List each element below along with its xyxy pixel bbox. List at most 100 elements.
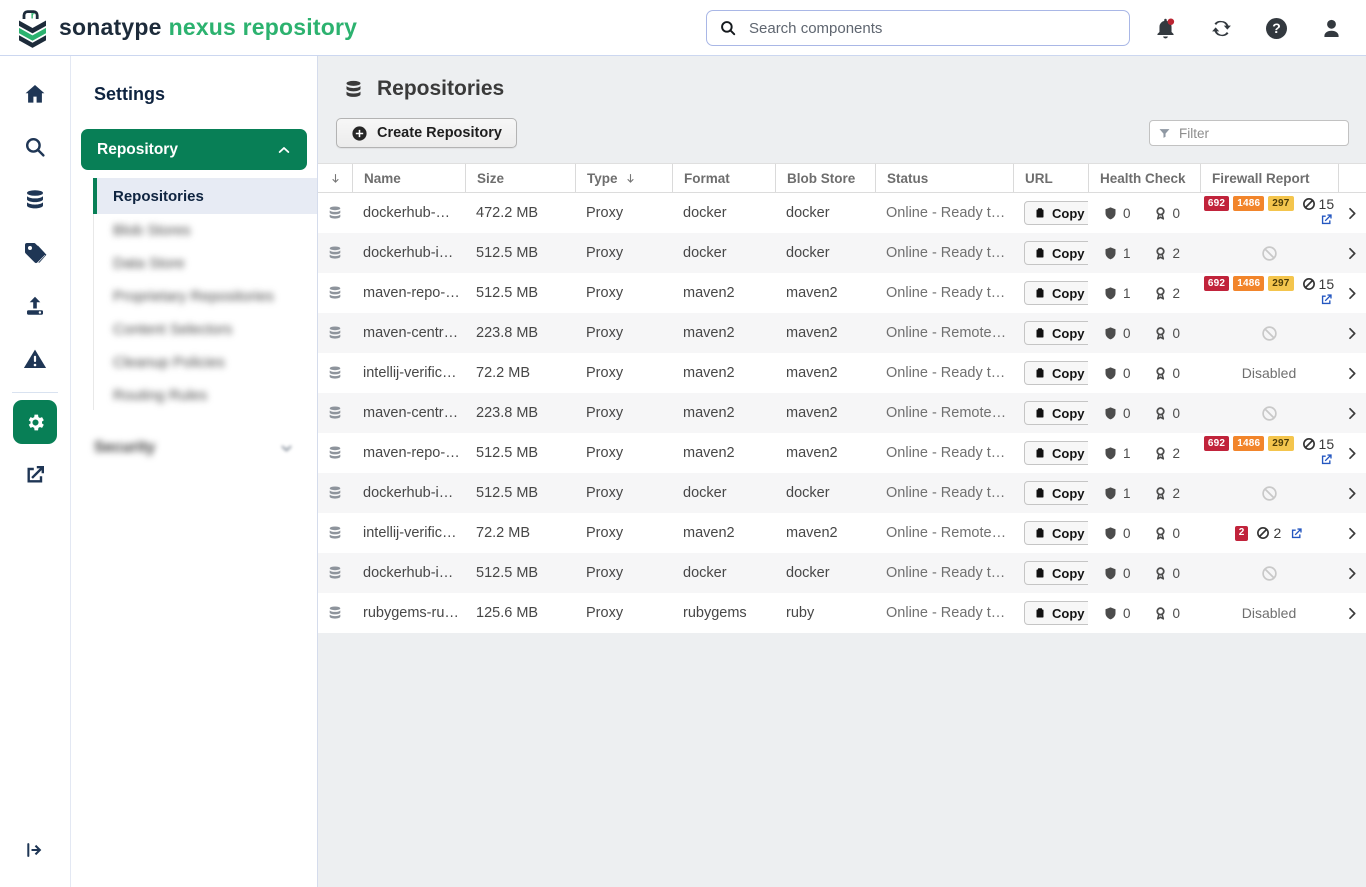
medal-icon bbox=[1153, 246, 1168, 261]
sidebar-item-search[interactable] bbox=[23, 135, 47, 159]
chevron-right-icon[interactable] bbox=[1345, 406, 1360, 421]
copy-url-button[interactable]: Copy bbox=[1024, 281, 1088, 305]
copy-url-button[interactable]: Copy bbox=[1024, 521, 1088, 545]
chevron-right-icon[interactable] bbox=[1345, 246, 1360, 261]
table-row[interactable]: dockerhub-i… 512.5 MB Proxy docker docke… bbox=[318, 233, 1366, 273]
firewall-critical-badge: 692 bbox=[1204, 276, 1229, 291]
column-header-sort[interactable] bbox=[318, 164, 352, 192]
sidebar-item-upload[interactable] bbox=[23, 294, 47, 318]
table-row[interactable]: maven-centr… 223.8 MB Proxy maven2 maven… bbox=[318, 313, 1366, 353]
column-header-health-check[interactable]: Health Check bbox=[1088, 164, 1200, 192]
nav-item-data-store[interactable]: Data Store bbox=[93, 247, 317, 280]
health-license-count: 0 bbox=[1153, 406, 1181, 421]
firewall-report-link-icon[interactable] bbox=[1290, 527, 1303, 540]
column-header-size[interactable]: Size bbox=[465, 164, 575, 192]
quarantined-count: 15 bbox=[1302, 197, 1335, 211]
firewall-report-link-icon[interactable] bbox=[1320, 293, 1333, 306]
column-header-url[interactable]: URL bbox=[1013, 164, 1088, 192]
help-icon[interactable]: ? bbox=[1266, 18, 1287, 39]
nav-item-routing-rules[interactable]: Routing Rules bbox=[93, 379, 317, 412]
notifications-bell-icon[interactable] bbox=[1154, 17, 1177, 40]
clipboard-icon bbox=[1034, 207, 1046, 219]
nav-item-repositories[interactable]: Repositories bbox=[93, 178, 317, 214]
copy-url-button[interactable]: Copy bbox=[1024, 321, 1088, 345]
column-header-format[interactable]: Format bbox=[672, 164, 775, 192]
column-header-firewall-report[interactable]: Firewall Report bbox=[1200, 164, 1338, 192]
chevron-right-icon[interactable] bbox=[1345, 486, 1360, 501]
health-license-count: 2 bbox=[1153, 286, 1181, 301]
table-row[interactable]: intellij-verific… 72.2 MB Proxy maven2 m… bbox=[318, 513, 1366, 553]
nav-section-repository[interactable]: Repository bbox=[81, 129, 307, 170]
copy-url-button[interactable]: Copy bbox=[1024, 241, 1088, 265]
firewall-not-available-icon bbox=[1261, 405, 1278, 422]
chevron-right-icon[interactable] bbox=[1345, 446, 1360, 461]
expand-sidebar-icon[interactable] bbox=[24, 839, 46, 861]
firewall-report: 692148629715 bbox=[1204, 276, 1334, 310]
chevron-right-icon[interactable] bbox=[1345, 526, 1360, 541]
chevron-right-icon[interactable] bbox=[1345, 566, 1360, 581]
table-row[interactable]: dockerhub-i… 512.5 MB Proxy docker docke… bbox=[318, 473, 1366, 513]
health-security-count: 0 bbox=[1103, 526, 1131, 541]
filter-input[interactable] bbox=[1177, 125, 1340, 142]
repo-name: dockerhub-i… bbox=[352, 245, 465, 261]
search-input[interactable] bbox=[747, 19, 1117, 38]
shield-icon bbox=[1103, 326, 1118, 341]
sidebar-item-tags[interactable] bbox=[23, 241, 47, 265]
table-row[interactable]: maven-centr… 223.8 MB Proxy maven2 maven… bbox=[318, 393, 1366, 433]
chevron-right-icon[interactable] bbox=[1345, 366, 1360, 381]
copy-url-button[interactable]: Copy bbox=[1024, 481, 1088, 505]
sidebar-item-alerts[interactable] bbox=[23, 347, 47, 371]
sidebar-item-settings[interactable] bbox=[13, 400, 57, 444]
repo-name: intellij-verific… bbox=[352, 525, 465, 541]
nav-item-content-selectors[interactable]: Content Selectors bbox=[93, 313, 317, 346]
repo-format: maven2 bbox=[672, 325, 775, 341]
firewall-report: 22 bbox=[1235, 526, 1304, 541]
firewall-moderate-badge: 297 bbox=[1268, 436, 1293, 451]
copy-url-button[interactable]: Copy bbox=[1024, 441, 1088, 465]
table-row[interactable]: rubygems-ru… 125.6 MB Proxy rubygems rub… bbox=[318, 593, 1366, 633]
copy-url-button[interactable]: Copy bbox=[1024, 361, 1088, 385]
column-header-blob-store[interactable]: Blob Store bbox=[775, 164, 875, 192]
column-header-name[interactable]: Name bbox=[352, 164, 465, 192]
sync-icon[interactable] bbox=[1210, 17, 1233, 40]
copy-url-button[interactable]: Copy bbox=[1024, 601, 1088, 625]
table-row[interactable]: dockerhub-… 472.2 MB Proxy docker docker… bbox=[318, 193, 1366, 233]
table-row[interactable]: dockerhub-i… 512.5 MB Proxy docker docke… bbox=[318, 553, 1366, 593]
sidebar-item-home[interactable] bbox=[23, 82, 47, 106]
sidebar-item-external-link[interactable] bbox=[23, 463, 47, 487]
health-license-count: 2 bbox=[1153, 446, 1181, 461]
repo-format: maven2 bbox=[672, 285, 775, 301]
table-row[interactable]: maven-repo-… 512.5 MB Proxy maven2 maven… bbox=[318, 273, 1366, 313]
chevron-right-icon[interactable] bbox=[1345, 286, 1360, 301]
settings-panel-title: Settings bbox=[94, 84, 317, 105]
chevron-right-icon[interactable] bbox=[1345, 326, 1360, 341]
firewall-not-available-icon bbox=[1261, 485, 1278, 502]
nav-item-proprietary-repositories[interactable]: Proprietary Repositories bbox=[93, 280, 317, 313]
copy-url-button[interactable]: Copy bbox=[1024, 401, 1088, 425]
table-row[interactable]: intellij-verific… 72.2 MB Proxy maven2 m… bbox=[318, 353, 1366, 393]
repo-status: Online - Ready t… bbox=[875, 485, 1013, 501]
clipboard-icon bbox=[1034, 247, 1046, 259]
column-header-type[interactable]: Type bbox=[575, 164, 672, 192]
column-header-status[interactable]: Status bbox=[875, 164, 1013, 192]
copy-url-button[interactable]: Copy bbox=[1024, 561, 1088, 585]
clipboard-icon bbox=[1034, 287, 1046, 299]
chevron-right-icon[interactable] bbox=[1345, 606, 1360, 621]
global-search[interactable] bbox=[706, 10, 1130, 46]
table-row[interactable]: maven-repo-… 512.5 MB Proxy maven2 maven… bbox=[318, 433, 1366, 473]
copy-url-button[interactable]: Copy bbox=[1024, 201, 1088, 225]
filter-box[interactable] bbox=[1149, 120, 1349, 146]
repo-size: 512.5 MB bbox=[465, 485, 575, 501]
repo-name: intellij-verific… bbox=[352, 365, 465, 381]
sidebar-item-browse[interactable] bbox=[23, 188, 47, 212]
nav-section-security[interactable]: Security bbox=[94, 439, 294, 457]
firewall-report-link-icon[interactable] bbox=[1320, 213, 1333, 226]
user-icon[interactable] bbox=[1320, 17, 1343, 40]
health-security-count: 0 bbox=[1103, 366, 1131, 381]
nav-item-blob-stores[interactable]: Blob Stores bbox=[93, 214, 317, 247]
create-repository-button[interactable]: Create Repository bbox=[336, 118, 517, 148]
chevron-right-icon[interactable] bbox=[1345, 206, 1360, 221]
firewall-report-link-icon[interactable] bbox=[1320, 453, 1333, 466]
nav-item-cleanup-policies[interactable]: Cleanup Policies bbox=[93, 346, 317, 379]
brand-logo[interactable]: r sonatype nexus repository bbox=[0, 8, 357, 48]
